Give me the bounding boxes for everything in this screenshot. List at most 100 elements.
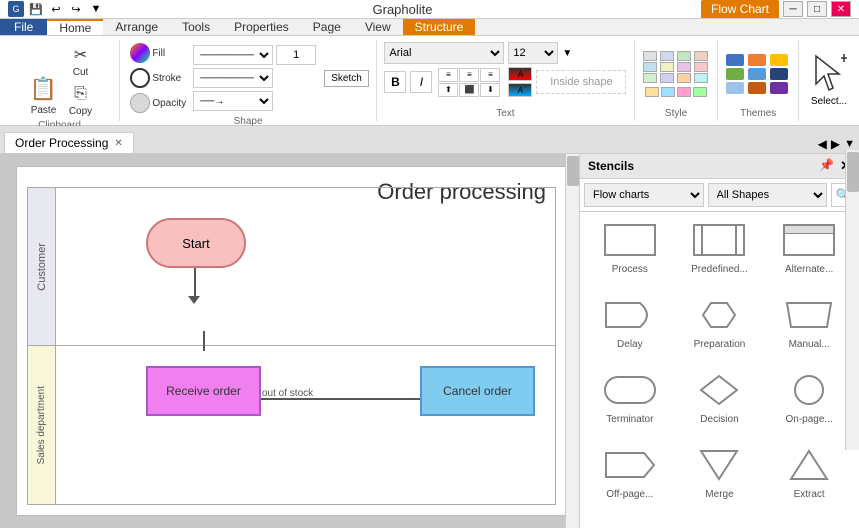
menu-tools[interactable]: Tools: [170, 19, 222, 35]
swatch-12[interactable]: [645, 87, 659, 97]
tab-dropdown[interactable]: ▼: [844, 138, 855, 150]
stencils-header: Stencils 📌 ✕: [580, 154, 859, 179]
stencils-filter-select[interactable]: All Shapes: [708, 183, 828, 207]
minimize-button[interactable]: ─: [783, 1, 803, 17]
stencil-extract-shape: [779, 445, 839, 485]
theme-2[interactable]: [770, 54, 788, 66]
theme-5[interactable]: [770, 68, 788, 80]
menu-arrange[interactable]: Arrange: [103, 19, 170, 35]
menu-home[interactable]: Home: [47, 19, 103, 35]
diagram-tab-0[interactable]: Order Processing ✕: [4, 132, 134, 153]
theme-3[interactable]: [726, 68, 744, 80]
quick-undo[interactable]: ↩: [48, 1, 64, 17]
v-scrollbar[interactable]: [565, 154, 579, 528]
font-size-select[interactable]: 121416: [508, 42, 558, 64]
font-size-dropdown[interactable]: ▼: [562, 48, 572, 59]
stencils-pin-button[interactable]: 📌: [819, 158, 834, 174]
stencil-process[interactable]: Process: [594, 220, 666, 275]
paste-icon: 📋: [28, 73, 60, 105]
close-button[interactable]: ✕: [831, 1, 851, 17]
font-family-select[interactable]: Arial: [384, 42, 504, 64]
bold-button[interactable]: B: [384, 71, 406, 93]
theme-0[interactable]: [726, 54, 744, 66]
align-left-button[interactable]: ≡: [438, 68, 458, 82]
italic-button[interactable]: I: [410, 71, 432, 93]
theme-4[interactable]: [748, 68, 766, 80]
align-middle-button[interactable]: ⬛: [459, 83, 479, 97]
stencil-predefined[interactable]: Predefined...: [683, 220, 755, 275]
theme-7[interactable]: [748, 82, 766, 94]
tab-scroll-right[interactable]: ▶: [831, 137, 840, 151]
swatch-8[interactable]: [643, 73, 657, 83]
stencil-process-label: Process: [612, 264, 648, 275]
quick-redo[interactable]: ↪: [68, 1, 84, 17]
swatch-2[interactable]: [677, 51, 691, 61]
stencil-offpage[interactable]: Off-page...: [594, 445, 666, 500]
font-color-button[interactable]: A: [508, 67, 532, 81]
swatch-11[interactable]: [694, 73, 708, 83]
align-bottom-button[interactable]: ⬇: [480, 83, 500, 97]
tab-scroll-left[interactable]: ◀: [818, 137, 827, 151]
menu-structure[interactable]: Structure: [403, 19, 476, 35]
start-shape[interactable]: Start: [146, 218, 246, 268]
stencils-scrollbar[interactable]: [845, 154, 859, 450]
quick-dropdown[interactable]: ▼: [88, 1, 104, 17]
sketch-button[interactable]: Sketch: [324, 70, 369, 87]
swatch-4[interactable]: [643, 62, 657, 72]
stroke-button[interactable]: Stroke: [127, 67, 189, 89]
cancel-order-shape[interactable]: Cancel order: [420, 366, 535, 416]
swatch-7[interactable]: [694, 62, 708, 72]
swatch-6[interactable]: [677, 62, 691, 72]
align-row-1: ≡ ≡ ≡: [438, 68, 500, 82]
paste-button[interactable]: 📋 Paste: [24, 71, 64, 118]
stencil-onpage[interactable]: On-page...: [773, 370, 845, 425]
maximize-button[interactable]: □: [807, 1, 827, 17]
stencil-extract[interactable]: Extract: [773, 445, 845, 500]
canvas-area[interactable]: Order processing Customer Start: [0, 154, 579, 528]
line-style-select2[interactable]: ──────────: [193, 68, 273, 88]
menu-properties[interactable]: Properties: [222, 19, 301, 35]
menu-page[interactable]: Page: [301, 19, 353, 35]
line-style-select[interactable]: ────────── - - - - - -: [193, 45, 273, 65]
stencils-title: Stencils: [588, 159, 634, 173]
copy-button[interactable]: ⎘ Copy: [66, 81, 96, 118]
swatch-10[interactable]: [677, 73, 691, 83]
swatch-3[interactable]: [694, 51, 708, 61]
stencil-terminator[interactable]: Terminator: [594, 370, 666, 425]
stencil-merge[interactable]: Merge: [683, 445, 755, 500]
align-right-button[interactable]: ≡: [480, 68, 500, 82]
swatch-9[interactable]: [660, 73, 674, 83]
cut-button[interactable]: ✂ Cut: [66, 42, 96, 79]
swatch-5[interactable]: [660, 62, 674, 72]
swatch-0[interactable]: [643, 51, 657, 61]
menu-file[interactable]: File: [0, 19, 47, 35]
line-weight-input[interactable]: [276, 45, 316, 65]
select-content: Select...: [811, 42, 847, 119]
align-top-button[interactable]: ⬆: [438, 83, 458, 97]
swatch-15[interactable]: [693, 87, 707, 97]
stencil-decision[interactable]: Decision: [683, 370, 755, 425]
content-area: Order Processing ✕ ◀ ▶ ▼ Order processin…: [0, 126, 859, 528]
stencil-preparation[interactable]: Preparation: [683, 295, 755, 350]
align-center-button[interactable]: ≡: [459, 68, 479, 82]
theme-6[interactable]: [726, 82, 744, 94]
menu-view[interactable]: View: [353, 19, 403, 35]
fill-button[interactable]: Fill: [127, 42, 189, 64]
quick-save[interactable]: 💾: [28, 1, 44, 17]
v-scrollbar-thumb[interactable]: [567, 156, 579, 186]
stencil-manual[interactable]: Manual...: [773, 295, 845, 350]
highlight-color-button[interactable]: A: [508, 83, 532, 97]
opacity-button[interactable]: Opacity: [127, 92, 189, 114]
theme-8[interactable]: [770, 82, 788, 94]
swatch-1[interactable]: [660, 51, 674, 61]
swatch-13[interactable]: [661, 87, 675, 97]
arrow-style-select[interactable]: ──→ ──: [193, 91, 273, 111]
stencils-category-select[interactable]: Flow charts: [584, 183, 704, 207]
tab-close-button[interactable]: ✕: [114, 138, 122, 149]
swatch-14[interactable]: [677, 87, 691, 97]
stencil-delay[interactable]: Delay: [594, 295, 666, 350]
theme-1[interactable]: [748, 54, 766, 66]
stencils-scroll-thumb[interactable]: [847, 154, 859, 192]
receive-order-shape[interactable]: Receive order: [146, 366, 261, 416]
stencil-alternate[interactable]: Alternate...: [773, 220, 845, 275]
